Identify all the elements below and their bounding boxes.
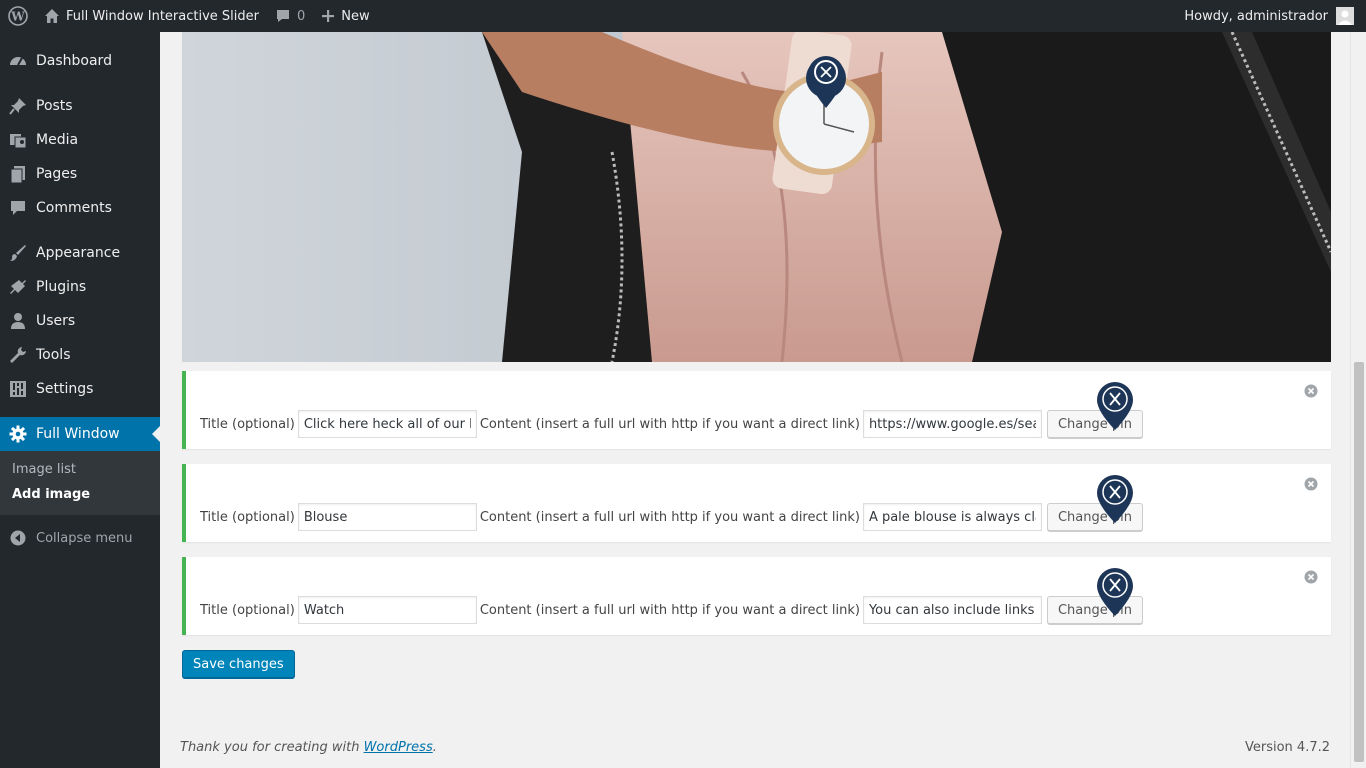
- menu-label: Plugins: [36, 279, 87, 295]
- remove-pin-icon[interactable]: [1304, 477, 1318, 491]
- slide-image: [182, 32, 1331, 362]
- full-window-submenu: Image list Add image: [0, 451, 160, 515]
- page-scrollbar[interactable]: [1350, 32, 1366, 768]
- menu-media[interactable]: Media: [0, 123, 160, 157]
- menu-tools[interactable]: Tools: [0, 338, 160, 372]
- menu-label: Appearance: [36, 245, 121, 261]
- save-changes-button[interactable]: Save changes: [182, 650, 295, 678]
- map-pin-icon: [1097, 382, 1133, 430]
- menu-label: Tools: [36, 347, 71, 363]
- menu-label: Media: [36, 132, 79, 148]
- howdy-text: Howdy, administrador: [1184, 8, 1328, 24]
- footer-thanks: Thank you for creating with WordPress.: [180, 740, 437, 755]
- menu-label: Pages: [36, 166, 78, 182]
- site-name-link[interactable]: Full Window Interactive Slider: [36, 0, 267, 32]
- collapse-icon: [8, 528, 28, 548]
- scrollbar-thumb[interactable]: [1354, 362, 1364, 762]
- content-input[interactable]: [862, 596, 1042, 624]
- pin-fields: Title (optional) Content (insert a full …: [200, 596, 1143, 624]
- new-label: New: [341, 8, 370, 24]
- svg-text:W: W: [10, 10, 25, 24]
- media-icon: [8, 130, 28, 150]
- collapse-label: Collapse menu: [36, 530, 133, 546]
- title-input[interactable]: [297, 503, 477, 531]
- admin-bar: W Full Window Interactive Slider 0 New H…: [0, 0, 1366, 32]
- user-icon: [8, 311, 28, 331]
- remove-pin-icon[interactable]: [1304, 570, 1318, 584]
- map-pin-icon: [1097, 475, 1133, 523]
- main-content: Title (optional) Content (insert a full …: [160, 32, 1350, 768]
- wordpress-logo-icon[interactable]: W: [0, 0, 36, 32]
- account-menu[interactable]: Howdy, administrador: [1176, 0, 1366, 32]
- title-input[interactable]: [297, 410, 477, 438]
- menu-appearance[interactable]: Appearance: [0, 236, 160, 270]
- gear-icon: [8, 424, 28, 444]
- pin-fields: Title (optional) Content (insert a full …: [200, 410, 1143, 438]
- map-pin-icon: [1097, 568, 1133, 616]
- settings-icon: [8, 379, 28, 399]
- avatar: [1336, 7, 1354, 25]
- menu-users[interactable]: Users: [0, 304, 160, 338]
- menu-posts[interactable]: Posts: [0, 89, 160, 123]
- menu-label: Users: [36, 313, 76, 329]
- home-icon: [44, 8, 60, 24]
- pin-fields: Title (optional) Content (insert a full …: [200, 503, 1143, 531]
- admin-sidebar: Dashboard Posts Media Pages Comments App…: [0, 32, 160, 768]
- comment-icon: [275, 8, 291, 24]
- menu-settings[interactable]: Settings: [0, 372, 160, 406]
- menu-label: Comments: [36, 200, 112, 216]
- footer-period: .: [432, 740, 437, 755]
- plus-icon: [321, 9, 335, 23]
- footer-version: Version 4.7.2: [1244, 740, 1330, 755]
- content-label: Content (insert a full url with http if …: [479, 416, 860, 432]
- wordpress-link[interactable]: WordPress: [364, 740, 433, 755]
- menu-label: Posts: [36, 98, 73, 114]
- menu-label: Settings: [36, 381, 94, 397]
- pages-icon: [8, 164, 28, 184]
- new-content-link[interactable]: New: [313, 0, 377, 32]
- comments-link[interactable]: 0: [267, 0, 313, 32]
- content-label: Content (insert a full url with http if …: [479, 509, 860, 525]
- wrench-icon: [8, 345, 28, 365]
- submenu-add-image[interactable]: Add image: [0, 482, 160, 507]
- menu-label: Full Window: [36, 426, 120, 442]
- menu-full-window[interactable]: Full Window: [0, 417, 160, 451]
- comments-count: 0: [296, 8, 306, 24]
- menu-plugins[interactable]: Plugins: [0, 270, 160, 304]
- comment-icon: [8, 198, 28, 218]
- content-input[interactable]: [862, 503, 1042, 531]
- brush-icon: [8, 243, 28, 263]
- footer-thanks-text: Thank you for creating with: [180, 740, 364, 755]
- collapse-menu-button[interactable]: Collapse menu: [0, 521, 160, 555]
- title-label: Title (optional): [200, 602, 295, 618]
- menu-label: Dashboard: [36, 53, 112, 69]
- dashboard-icon: [8, 51, 28, 71]
- plugin-icon: [8, 277, 28, 297]
- site-name: Full Window Interactive Slider: [66, 8, 259, 24]
- title-label: Title (optional): [200, 509, 295, 525]
- menu-comments[interactable]: Comments: [0, 191, 160, 225]
- pin-icon: [8, 96, 28, 116]
- title-input[interactable]: [297, 596, 477, 624]
- menu-dashboard[interactable]: Dashboard: [0, 44, 160, 78]
- content-label: Content (insert a full url with http if …: [479, 602, 860, 618]
- remove-pin-icon[interactable]: [1304, 384, 1318, 398]
- title-label: Title (optional): [200, 416, 295, 432]
- pin-card: Title (optional) Content (insert a full …: [182, 557, 1331, 635]
- submenu-image-list[interactable]: Image list: [0, 457, 160, 482]
- menu-pages[interactable]: Pages: [0, 157, 160, 191]
- pin-card: Title (optional) Content (insert a full …: [182, 371, 1331, 449]
- content-input[interactable]: [862, 410, 1042, 438]
- pin-card: Title (optional) Content (insert a full …: [182, 464, 1331, 542]
